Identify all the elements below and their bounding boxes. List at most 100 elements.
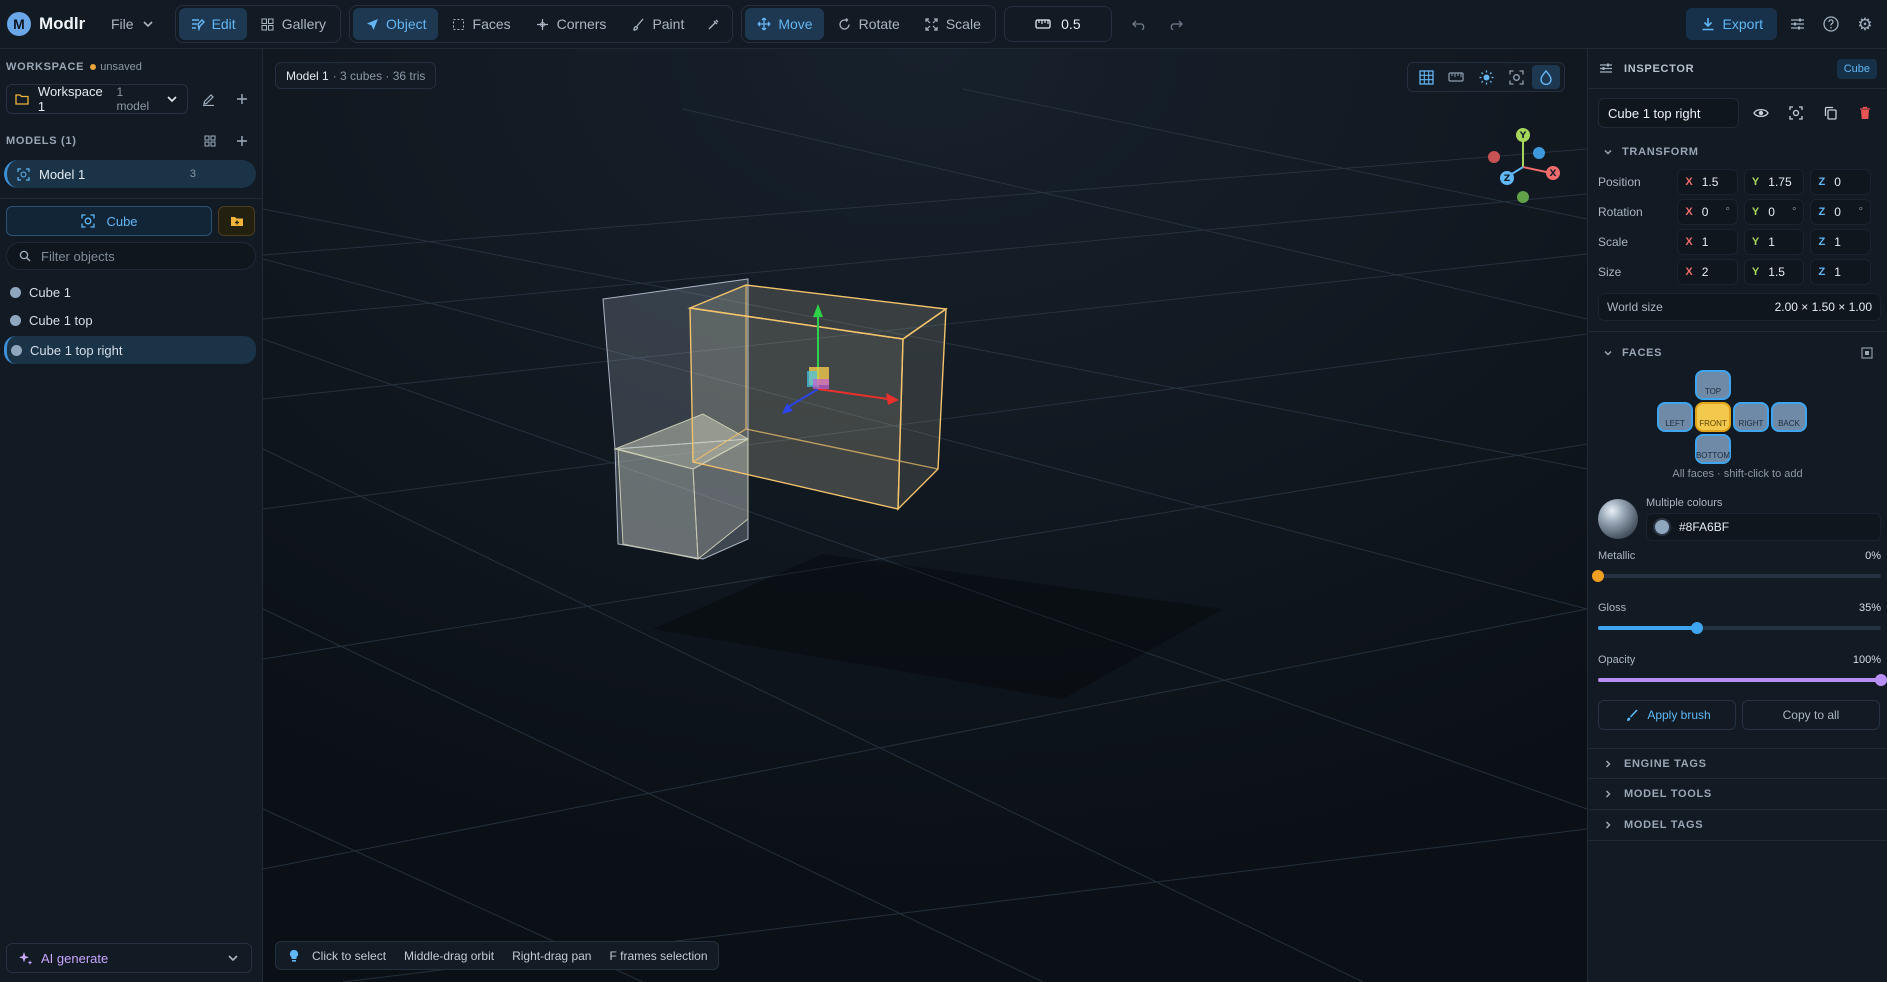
models-grid-button[interactable] (196, 127, 224, 155)
face-left-button[interactable]: LEFT (1657, 402, 1693, 432)
add-workspace-button[interactable] (228, 85, 256, 113)
metallic-value: 0% (1865, 550, 1881, 562)
toggle-grid-button[interactable] (1412, 65, 1440, 89)
settings-sliders-button[interactable] (1783, 10, 1811, 38)
scale-z-input[interactable]: Z1 (1810, 229, 1871, 255)
scale-label: Scale (1598, 235, 1629, 249)
scale-tool-button[interactable]: Scale (913, 8, 992, 40)
filter-objects-input[interactable]: Filter objects (6, 242, 256, 270)
color-swatch[interactable] (1653, 518, 1671, 536)
model-tags-section[interactable]: MODEL TAGS (1588, 810, 1887, 841)
axis-y-label: Y (1751, 176, 1760, 188)
edit-mode-button[interactable]: Edit (178, 8, 247, 40)
face-top-button[interactable]: TOP (1695, 370, 1731, 400)
faces-mode-button[interactable]: Faces (440, 8, 522, 40)
add-group-button[interactable] (218, 206, 255, 236)
toggle-shading-button[interactable] (1532, 65, 1560, 89)
gizmo-x-label: X (1550, 169, 1557, 179)
model-list-item[interactable]: Model 1 3 (4, 160, 256, 188)
paint-mode-label: Paint (652, 16, 685, 32)
sliders-icon (1598, 61, 1614, 77)
opacity-slider-handle[interactable] (1875, 674, 1887, 686)
gloss-slider[interactable] (1598, 622, 1881, 634)
copy-to-all-button[interactable]: Copy to all (1742, 700, 1880, 730)
undo-button[interactable] (1126, 10, 1154, 38)
app-name: Modlr (39, 14, 86, 33)
brand: M Modlr (0, 12, 100, 36)
position-y-input[interactable]: Y 1.75 (1743, 169, 1805, 195)
delete-object-button[interactable] (1852, 99, 1877, 127)
eyedropper-button[interactable] (697, 8, 729, 40)
focus-object-button[interactable] (1783, 99, 1808, 127)
trash-icon (1857, 105, 1873, 121)
position-x-input[interactable]: X 1.5 (1677, 169, 1738, 195)
apply-brush-button[interactable]: Apply brush (1598, 700, 1736, 730)
color-hex-value: #8FA6BF (1679, 520, 1730, 534)
rotation-y-input[interactable]: Y 0 ° (1743, 199, 1805, 225)
unsaved-dot (90, 64, 97, 70)
toggle-measure-button[interactable] (1442, 65, 1470, 89)
workspace-status: unsaved (100, 61, 142, 73)
frame-selection-button[interactable] (1502, 65, 1530, 89)
object-name-input[interactable]: Cube 1 top right (1598, 98, 1739, 128)
toggle-visibility-button[interactable] (1749, 99, 1774, 127)
add-cube-button[interactable]: Cube (6, 206, 212, 236)
scale-row: Scale X1 Y1 Z1 (1588, 227, 1887, 257)
model-tools-section[interactable]: MODEL TOOLS (1588, 779, 1887, 810)
rotate-tool-button[interactable]: Rotate (826, 8, 911, 40)
object-list-item[interactable]: Cube 1 (4, 280, 256, 304)
scale-x-value: 1 (1701, 235, 1709, 249)
move-tool-button[interactable]: Move (745, 8, 824, 40)
settings-button[interactable]: ⚙ (1851, 10, 1879, 38)
metallic-slider[interactable] (1592, 570, 1881, 582)
gallery-mode-button[interactable]: Gallery (249, 8, 337, 40)
metallic-slider-handle[interactable] (1592, 570, 1604, 582)
face-back-button[interactable]: BACK (1771, 402, 1807, 432)
scene-canvas[interactable] (263, 49, 1587, 982)
hint-frame: F frames selection (609, 948, 708, 963)
duplicate-object-button[interactable] (1818, 99, 1843, 127)
engine-tags-section[interactable]: ENGINE TAGS (1588, 748, 1887, 779)
opacity-slider[interactable] (1598, 674, 1887, 686)
gloss-slider-handle[interactable] (1691, 622, 1704, 634)
face-bottom-button[interactable]: BOTTOM (1695, 434, 1731, 464)
transform-section-header[interactable]: TRANSFORM (1588, 137, 1887, 167)
color-hex-input[interactable]: #8FA6BF (1646, 513, 1881, 541)
add-model-button[interactable] (228, 127, 256, 155)
snap-increment-field[interactable]: 0.5 (1003, 6, 1112, 42)
corners-mode-button[interactable]: Corners (524, 8, 618, 40)
orientation-gizmo[interactable]: Y X Z (1478, 127, 1568, 217)
scale-y-input[interactable]: Y1 (1743, 229, 1805, 255)
position-z-input[interactable]: Z0 (1810, 169, 1871, 195)
workspace-select[interactable]: Workspace 1 1 model (6, 84, 189, 114)
paint-mode-button[interactable]: Paint (619, 8, 695, 40)
help-button[interactable] (1817, 10, 1845, 38)
size-x-input[interactable]: X2 (1677, 259, 1738, 285)
select-all-faces-icon[interactable] (1859, 345, 1875, 361)
faces-section-header[interactable]: FACES (1588, 338, 1887, 368)
file-menu-button[interactable]: File (100, 8, 167, 40)
rotation-z-input[interactable]: Z 0 ° (1810, 199, 1871, 225)
pencil-icon (200, 91, 216, 107)
gloss-slider-block: Gloss 35% (1588, 602, 1887, 634)
toggle-lighting-button[interactable] (1472, 65, 1500, 89)
scale-x-input[interactable]: X1 (1677, 229, 1738, 255)
axis-y-label: Y (1751, 206, 1760, 218)
object-mode-button[interactable]: Object (353, 8, 438, 40)
object-list-item-selected[interactable]: Cube 1 top right (4, 336, 256, 364)
export-button[interactable]: Export (1685, 8, 1777, 40)
face-right-button[interactable]: RIGHT (1733, 402, 1769, 432)
workspace-heading: WORKSPACE (6, 61, 85, 73)
object-list-item[interactable]: Cube 1 top (4, 308, 256, 332)
redo-button[interactable] (1162, 10, 1190, 38)
ai-generate-button[interactable]: AI generate (6, 943, 252, 973)
rotation-x-input[interactable]: X 0 ° (1677, 199, 1738, 225)
workspace-header: WORKSPACE unsaved (0, 54, 262, 80)
rename-workspace-button[interactable] (194, 85, 222, 113)
workspace-name: Workspace 1 (37, 84, 103, 114)
object-color-dot (10, 286, 21, 298)
size-z-input[interactable]: Z1 (1810, 259, 1871, 285)
size-y-input[interactable]: Y 1.5 (1743, 259, 1805, 285)
3d-viewport[interactable]: Model 1 · 3 cubes · 36 tris Y X Z Click … (263, 49, 1587, 982)
face-front-button[interactable]: FRONT (1695, 402, 1731, 432)
